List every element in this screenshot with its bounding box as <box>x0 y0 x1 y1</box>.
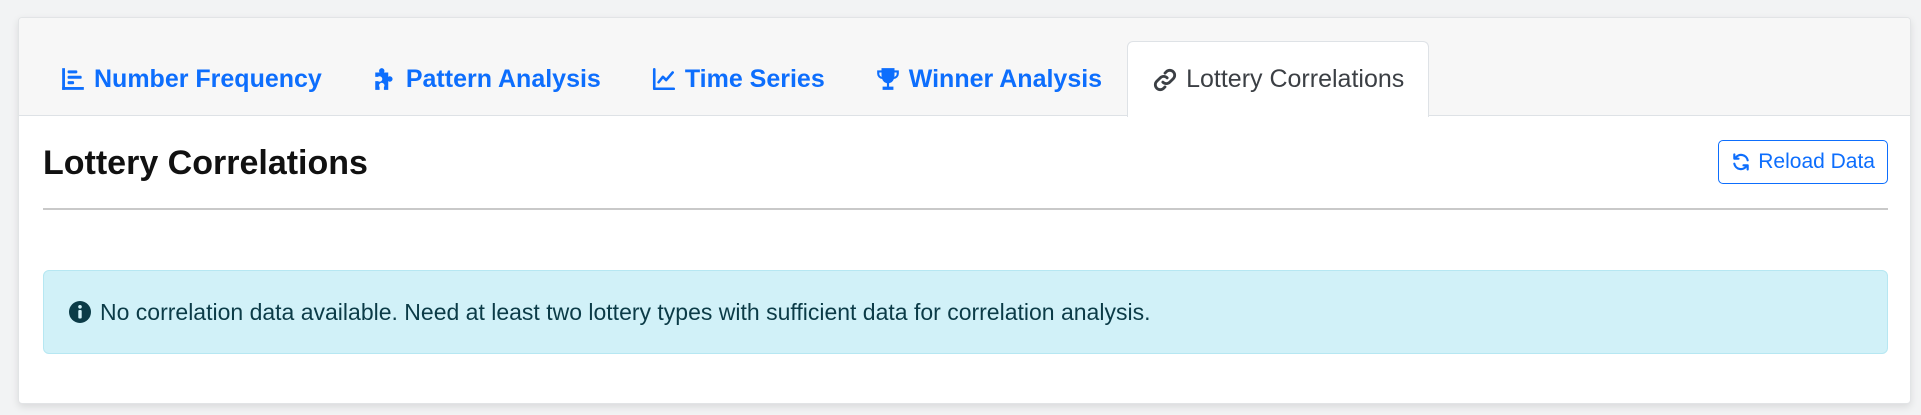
tab-time-series[interactable]: Time Series <box>626 41 850 116</box>
puzzle-icon <box>372 66 398 92</box>
tab-label: Winner Analysis <box>908 64 1103 93</box>
refresh-icon <box>1731 152 1751 172</box>
chart-line-icon <box>651 66 677 92</box>
correlations-card: Number Frequency Pattern Analysis Time S… <box>18 17 1911 404</box>
tab-label: Lottery Correlations <box>1186 65 1405 93</box>
info-circle-icon <box>68 300 92 324</box>
card-header: Number Frequency Pattern Analysis Time S… <box>19 18 1910 117</box>
tab-lottery-correlations[interactable]: Lottery Correlations <box>1127 41 1430 117</box>
alert-message: No correlation data available. Need at l… <box>100 298 1151 325</box>
tab-label: Time Series <box>684 64 825 93</box>
info-alert: No correlation data available. Need at l… <box>43 270 1888 354</box>
title-divider <box>43 208 1888 210</box>
trophy-icon <box>875 66 901 92</box>
tab-pattern-analysis[interactable]: Pattern Analysis <box>347 41 626 116</box>
tab-number-frequency[interactable]: Number Frequency <box>35 41 347 116</box>
tab-winner-analysis[interactable]: Winner Analysis <box>850 41 1127 116</box>
page-title: Lottery Correlations <box>43 144 368 182</box>
reload-data-label: Reload Data <box>1758 150 1875 173</box>
reload-data-button[interactable]: Reload Data <box>1718 140 1888 184</box>
tab-label: Pattern Analysis <box>405 64 601 93</box>
link-icon <box>1152 67 1178 93</box>
chart-bar-icon <box>60 66 86 92</box>
tab-bar: Number Frequency Pattern Analysis Time S… <box>35 41 1430 117</box>
tab-label: Number Frequency <box>94 64 322 93</box>
